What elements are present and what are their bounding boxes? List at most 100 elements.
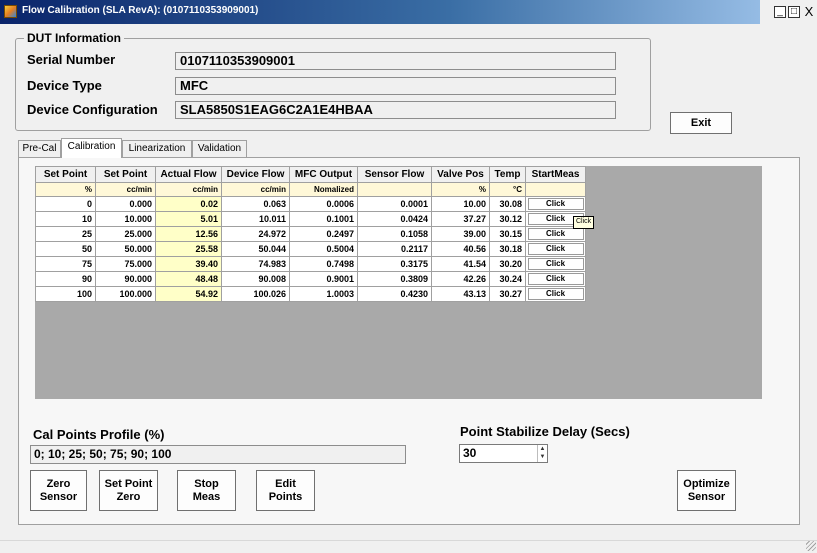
grid-cell[interactable]: 25.000 bbox=[95, 226, 156, 242]
column-header[interactable]: Device Flow bbox=[221, 166, 290, 183]
grid-cell[interactable]: 24.972 bbox=[221, 226, 290, 242]
grid-cell[interactable]: 50.044 bbox=[221, 241, 290, 257]
grid-cell[interactable]: 0.02 bbox=[155, 196, 222, 212]
start-meas-cell[interactable]: Click bbox=[525, 286, 586, 302]
grid-cell[interactable]: 90 bbox=[35, 271, 96, 287]
grid-cell[interactable]: 25 bbox=[35, 226, 96, 242]
grid-cell[interactable]: 50 bbox=[35, 241, 96, 257]
grid-cell[interactable]: 90.008 bbox=[221, 271, 290, 287]
grid-cell[interactable]: 50.000 bbox=[95, 241, 156, 257]
maximize-button[interactable]: □ bbox=[788, 6, 800, 18]
grid-cell[interactable]: 75 bbox=[35, 256, 96, 272]
grid-cell[interactable]: 10.000 bbox=[95, 211, 156, 227]
grid-cell[interactable]: 0 bbox=[35, 196, 96, 212]
grid-cell[interactable]: 90.000 bbox=[95, 271, 156, 287]
start-meas-cell[interactable]: Click bbox=[525, 196, 586, 212]
spin-up-icon[interactable]: ▲ bbox=[538, 445, 547, 453]
tab-linearization[interactable]: Linearization bbox=[122, 140, 192, 157]
minimize-button[interactable]: _ bbox=[774, 6, 786, 18]
tab-validation[interactable]: Validation bbox=[192, 140, 247, 157]
close-button[interactable]: X bbox=[802, 5, 816, 18]
tab-pre-cal[interactable]: Pre-Cal bbox=[18, 140, 61, 157]
unit-cell[interactable] bbox=[357, 182, 432, 197]
grid-cell[interactable]: 39.40 bbox=[155, 256, 222, 272]
grid-cell[interactable]: 30.20 bbox=[489, 256, 526, 272]
grid-cell[interactable]: 48.48 bbox=[155, 271, 222, 287]
tab-calibration[interactable]: Calibration bbox=[61, 138, 122, 158]
grid-cell[interactable]: 5.01 bbox=[155, 211, 222, 227]
selected-cell[interactable] bbox=[525, 182, 586, 197]
grid-cell[interactable]: 40.56 bbox=[431, 241, 490, 257]
exit-button[interactable]: Exit bbox=[670, 112, 732, 134]
start-meas-click-button[interactable]: Click bbox=[527, 228, 584, 240]
grid-cell[interactable]: 30.27 bbox=[489, 286, 526, 302]
grid-cell[interactable]: 74.983 bbox=[221, 256, 290, 272]
column-header[interactable]: Valve Pos bbox=[431, 166, 490, 183]
start-meas-click-button[interactable]: Click bbox=[527, 273, 584, 285]
grid-cell[interactable]: 30.18 bbox=[489, 241, 526, 257]
grid-cell[interactable]: 0.4230 bbox=[357, 286, 432, 302]
start-meas-click-button[interactable]: Click bbox=[527, 243, 584, 255]
start-meas-cell[interactable]: Click bbox=[525, 271, 586, 287]
grid-cell[interactable]: 0.7498 bbox=[289, 256, 358, 272]
grid-cell[interactable]: 10 bbox=[35, 211, 96, 227]
grid-cell[interactable]: 30.24 bbox=[489, 271, 526, 287]
grid-cell[interactable]: 0.000 bbox=[95, 196, 156, 212]
unit-cell[interactable]: cc/min bbox=[155, 182, 222, 197]
grid-cell[interactable]: 0.0424 bbox=[357, 211, 432, 227]
grid-cell[interactable]: 100.026 bbox=[221, 286, 290, 302]
grid-cell[interactable]: 25.58 bbox=[155, 241, 222, 257]
start-meas-cell[interactable]: Click bbox=[525, 241, 586, 257]
grid-cell[interactable]: 0.1001 bbox=[289, 211, 358, 227]
unit-cell[interactable]: °C bbox=[489, 182, 526, 197]
spin-down-icon[interactable]: ▼ bbox=[538, 453, 547, 461]
start-meas-click-button[interactable]: Click bbox=[527, 258, 584, 270]
column-header[interactable]: Set Point bbox=[35, 166, 96, 183]
grid-cell[interactable]: 0.5004 bbox=[289, 241, 358, 257]
column-header[interactable]: MFC Output bbox=[289, 166, 358, 183]
start-meas-click-button[interactable]: Click bbox=[527, 198, 584, 210]
zero-sensor-button[interactable]: Zero Sensor bbox=[30, 470, 87, 511]
grid-cell[interactable]: 10.00 bbox=[431, 196, 490, 212]
column-header[interactable]: Sensor Flow bbox=[357, 166, 432, 183]
column-header[interactable]: StartMeas bbox=[525, 166, 586, 183]
unit-cell[interactable]: cc/min bbox=[95, 182, 156, 197]
grid-cell[interactable]: 0.9001 bbox=[289, 271, 358, 287]
grid-cell[interactable]: 10.011 bbox=[221, 211, 290, 227]
start-meas-click-button[interactable]: Click bbox=[527, 288, 584, 300]
grid-cell[interactable]: 42.26 bbox=[431, 271, 490, 287]
grid-cell[interactable]: 43.13 bbox=[431, 286, 490, 302]
start-meas-cell[interactable]: Click bbox=[525, 256, 586, 272]
grid-cell[interactable]: 0.3175 bbox=[357, 256, 432, 272]
grid-cell[interactable]: 54.92 bbox=[155, 286, 222, 302]
grid-cell[interactable]: 30.15 bbox=[489, 226, 526, 242]
resize-grip[interactable] bbox=[806, 541, 816, 551]
grid-cell[interactable]: 0.1058 bbox=[357, 226, 432, 242]
stop-meas-button[interactable]: Stop Meas bbox=[177, 470, 236, 511]
grid-cell[interactable]: 12.56 bbox=[155, 226, 222, 242]
grid-cell[interactable]: 41.54 bbox=[431, 256, 490, 272]
grid-cell[interactable]: 100.000 bbox=[95, 286, 156, 302]
grid-cell[interactable]: 39.00 bbox=[431, 226, 490, 242]
unit-cell[interactable]: cc/min bbox=[221, 182, 290, 197]
column-header[interactable]: Actual Flow bbox=[155, 166, 222, 183]
unit-cell[interactable]: % bbox=[431, 182, 490, 197]
grid-cell[interactable]: 30.08 bbox=[489, 196, 526, 212]
stabilize-delay-input[interactable]: 30 bbox=[459, 444, 548, 463]
grid-cell[interactable]: 0.2117 bbox=[357, 241, 432, 257]
grid-cell[interactable]: 30.12 bbox=[489, 211, 526, 227]
set-point-zero-button[interactable]: Set Point Zero bbox=[99, 470, 158, 511]
unit-cell[interactable]: Nomalized bbox=[289, 182, 358, 197]
column-header[interactable]: Set Point bbox=[95, 166, 156, 183]
grid-cell[interactable]: 0.063 bbox=[221, 196, 290, 212]
grid-cell[interactable]: 0.2497 bbox=[289, 226, 358, 242]
grid-cell[interactable]: 100 bbox=[35, 286, 96, 302]
grid-cell[interactable]: 37.27 bbox=[431, 211, 490, 227]
grid-cell[interactable]: 0.0001 bbox=[357, 196, 432, 212]
grid-cell[interactable]: 0.3809 bbox=[357, 271, 432, 287]
column-header[interactable]: Temp bbox=[489, 166, 526, 183]
unit-cell[interactable]: % bbox=[35, 182, 96, 197]
edit-points-button[interactable]: Edit Points bbox=[256, 470, 315, 511]
grid-cell[interactable]: 1.0003 bbox=[289, 286, 358, 302]
optimize-sensor-button[interactable]: Optimize Sensor bbox=[677, 470, 736, 511]
